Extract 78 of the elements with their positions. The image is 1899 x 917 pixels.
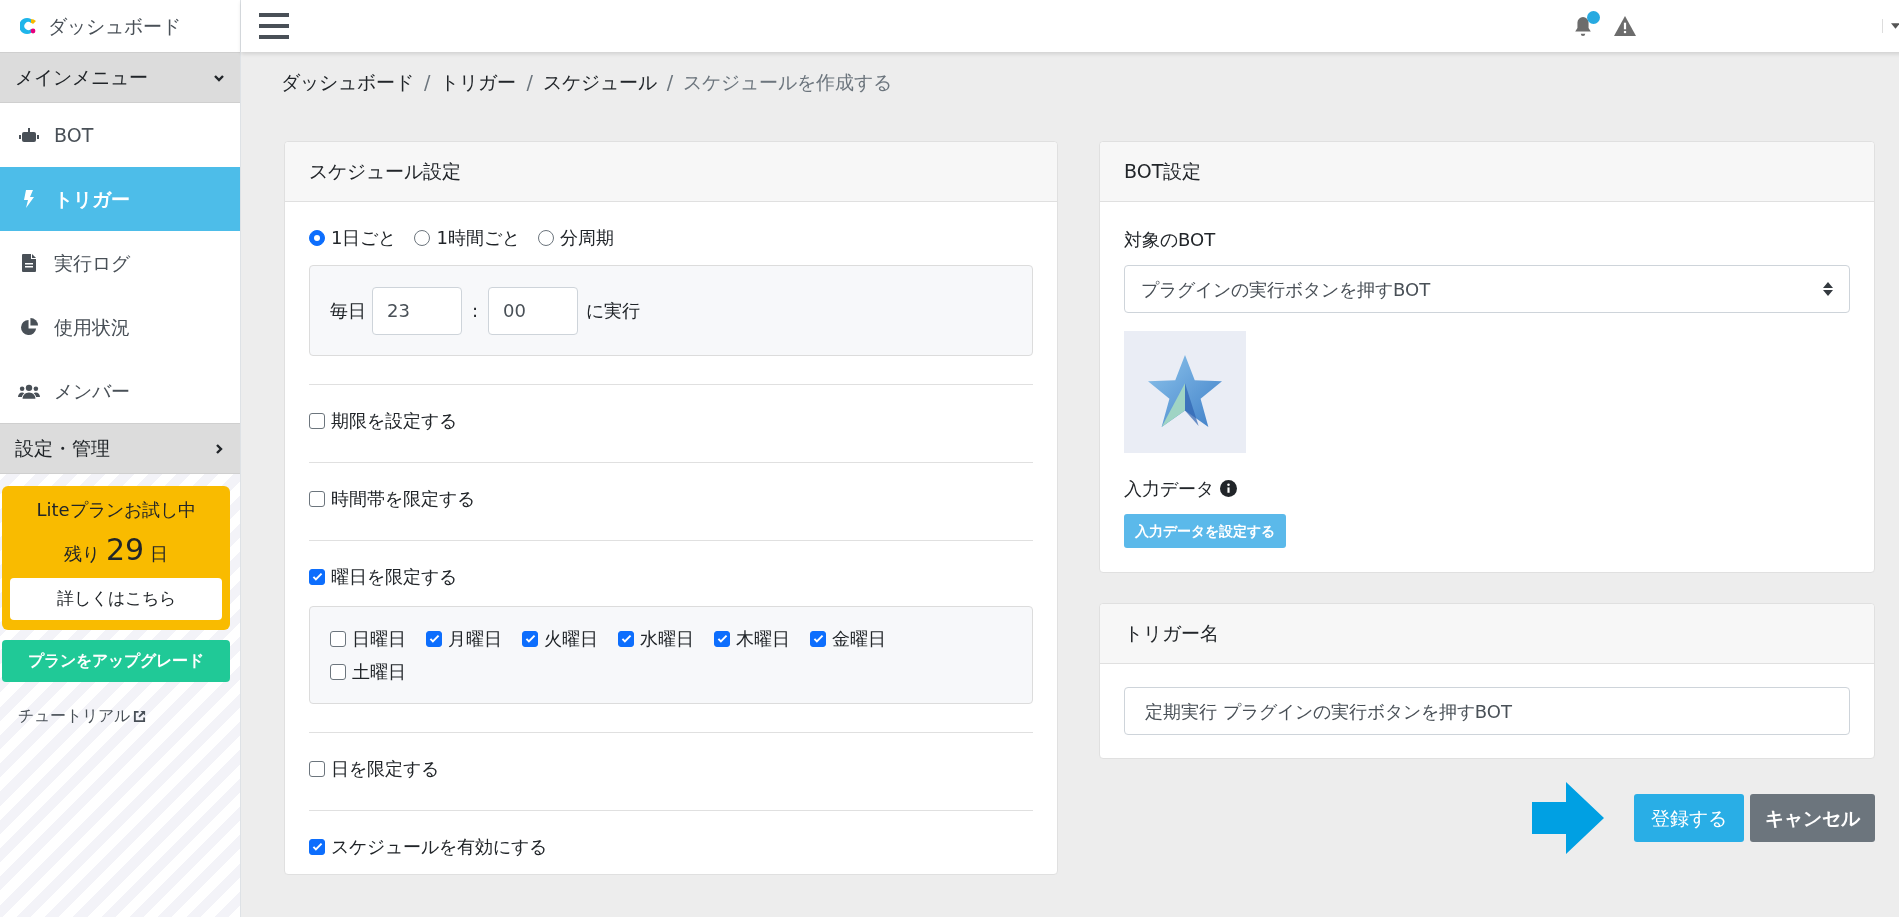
- checkbox-label: 曜日を限定する: [331, 565, 457, 589]
- star-icon: [1146, 355, 1224, 429]
- checkbox[interactable]: [426, 630, 442, 647]
- sort-icon: [1823, 282, 1833, 296]
- users-icon: [18, 383, 40, 399]
- weekday-label: 水曜日: [640, 627, 694, 651]
- checkbox[interactable]: [330, 630, 346, 647]
- card-title: BOT設定: [1124, 159, 1202, 185]
- logo-icon: [20, 17, 36, 35]
- checkbox[interactable]: [714, 630, 730, 647]
- checkbox[interactable]: [330, 663, 346, 680]
- external-link-icon: [133, 709, 146, 723]
- checkbox-label: 期限を設定する: [331, 409, 457, 433]
- radio-label: 1時間ごと: [436, 226, 520, 250]
- checkbox[interactable]: [810, 630, 826, 647]
- checkbox[interactable]: [309, 568, 325, 585]
- chevron-right-icon: [213, 442, 225, 455]
- lightning-icon: [23, 190, 35, 208]
- radio-button[interactable]: [537, 229, 554, 246]
- remaining-label: 残り: [63, 542, 100, 566]
- checkbox[interactable]: [309, 760, 325, 777]
- sidebar-item[interactable]: メンバー: [0, 359, 240, 423]
- checkbox-label: 日を限定する: [331, 757, 439, 781]
- weekday-label: 日曜日: [352, 627, 406, 651]
- weekday-label: 木曜日: [736, 627, 790, 651]
- breadcrumb-separator: /: [424, 69, 431, 95]
- checkbox[interactable]: [522, 630, 538, 647]
- menu-section-header[interactable]: 設定・管理: [0, 423, 240, 474]
- radio-label: 1日ごと: [331, 226, 397, 250]
- weekday-label: 金曜日: [832, 627, 886, 651]
- minute-input[interactable]: 00: [488, 286, 579, 335]
- days-unit: 日: [150, 542, 169, 566]
- radio-label: 分周期: [559, 226, 614, 250]
- card-title: トリガー名: [1124, 621, 1219, 647]
- checkbox[interactable]: [309, 838, 325, 855]
- info-icon[interactable]: [1220, 480, 1237, 497]
- sidebar-item[interactable]: 実行ログ: [0, 231, 240, 295]
- trial-title: Liteプランお試し中: [36, 498, 196, 522]
- arrow-right-icon: [1532, 782, 1606, 854]
- radio-button[interactable]: [414, 229, 431, 246]
- bell-icon: [1574, 17, 1592, 37]
- checkbox[interactable]: [309, 412, 325, 429]
- pie-chart-icon: [19, 317, 39, 337]
- checkbox-label: スケジュールを有効にする: [331, 835, 547, 859]
- weekday-label: 月曜日: [448, 627, 502, 651]
- breadcrumb-separator: /: [666, 69, 674, 95]
- weekday-label: 土曜日: [352, 660, 406, 684]
- run-label: に実行: [586, 299, 641, 323]
- time-separator: :: [471, 299, 480, 323]
- menu-section-header[interactable]: メインメニュー: [0, 52, 240, 103]
- menu-icon[interactable]: [259, 13, 289, 39]
- warning-icon[interactable]: [1614, 16, 1636, 36]
- daily-label: 毎日: [330, 299, 366, 323]
- card-title: スケジュール設定: [309, 159, 461, 185]
- breadcrumb-item[interactable]: スケジュール: [542, 67, 657, 97]
- tutorial-link[interactable]: チュートリアル: [18, 704, 130, 728]
- field-label: 入力データ: [1124, 477, 1214, 501]
- breadcrumb-item[interactable]: ダッシュボード: [281, 67, 414, 97]
- trigger-name-input[interactable]: 定期実行 プラグインの実行ボタンを押すBOT: [1124, 687, 1850, 735]
- details-button[interactable]: 詳しくはこちら: [10, 578, 222, 620]
- field-label: 対象のBOT: [1124, 228, 1216, 252]
- bot-select[interactable]: プラグインの実行ボタンを押すBOT: [1124, 265, 1850, 313]
- caret-down-icon[interactable]: [1891, 23, 1899, 29]
- sidebar-item[interactable]: 使用状況: [0, 295, 240, 359]
- breadcrumb-item[interactable]: トリガー: [440, 67, 517, 97]
- checkbox[interactable]: [309, 490, 325, 507]
- breadcrumb-item: スケジュールを作成する: [683, 69, 893, 95]
- radio-button[interactable]: [309, 229, 325, 246]
- document-icon: [22, 254, 36, 272]
- weekday-label: 火曜日: [544, 627, 598, 651]
- sidebar-item[interactable]: BOT: [0, 103, 240, 167]
- hour-input[interactable]: 23: [372, 286, 462, 335]
- checkbox-label: 時間帯を限定する: [331, 487, 475, 511]
- cancel-button[interactable]: キャンセル: [1750, 794, 1875, 842]
- robot-icon: [19, 128, 39, 142]
- remaining-days: 29: [105, 527, 145, 572]
- breadcrumb-separator: /: [526, 69, 533, 95]
- checkbox[interactable]: [618, 630, 634, 647]
